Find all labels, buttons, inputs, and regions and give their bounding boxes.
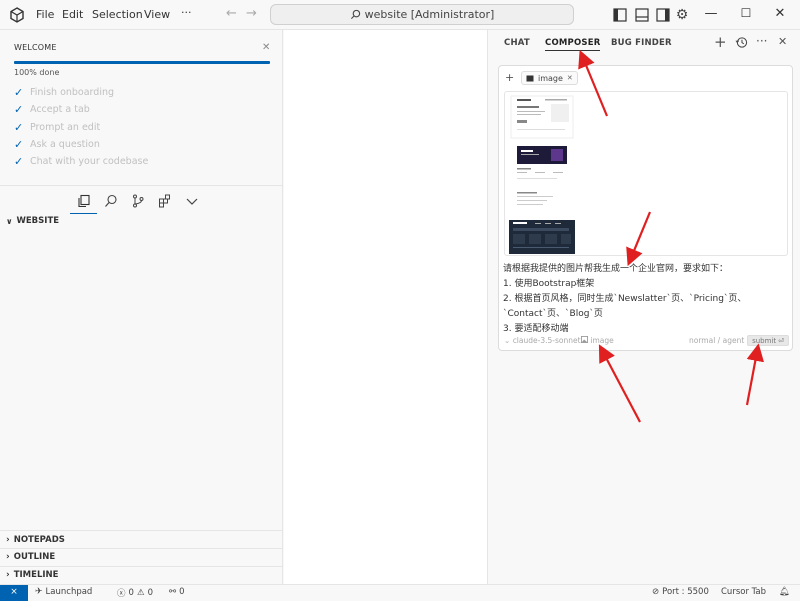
cursor-tab-button[interactable]: Cursor Tab (721, 587, 766, 597)
annotation-arrow-submit (745, 343, 765, 406)
error-icon: ⓧ (117, 589, 126, 599)
annotation-arrows (578, 49, 765, 423)
no-entry-icon: ⊘ (652, 587, 660, 597)
annotation-arrow-image (598, 344, 641, 423)
error-count: 0 (128, 588, 134, 598)
cursor-tab-label: Cursor Tab (721, 587, 767, 597)
launchpad-label: Launchpad (45, 587, 93, 597)
live-server-port-button[interactable]: ⊘ Port : 5500 (652, 587, 709, 597)
warning-icon: ⚠ (136, 588, 145, 598)
ports-icon: ⚯ (169, 587, 177, 597)
warning-count: 0 (147, 588, 153, 598)
ports-button[interactable]: ⚯ 0 (169, 587, 185, 597)
annotation-arrow-composer (578, 49, 609, 117)
bell-icon: 🔔︎ (779, 587, 790, 597)
rocket-icon: ✈ (35, 587, 43, 597)
notifications-button[interactable]: 🔔︎ (779, 587, 790, 597)
launchpad-button[interactable]: ✈ Launchpad (35, 587, 92, 597)
remote-icon: ⨯ (10, 587, 18, 597)
port-label: Port : 5500 (662, 587, 709, 597)
remote-indicator-button[interactable]: ⨯ (0, 585, 28, 601)
problems-button[interactable]: ⓧ 0 ⚠ 0 (117, 587, 153, 599)
annotation-arrow-prompt (626, 211, 652, 267)
ports-count: 0 (179, 587, 185, 597)
status-bar: ⨯ ✈ Launchpad ⓧ 0 ⚠ 0 ⚯ 0 ⊘ Port : 5500 … (0, 584, 800, 601)
